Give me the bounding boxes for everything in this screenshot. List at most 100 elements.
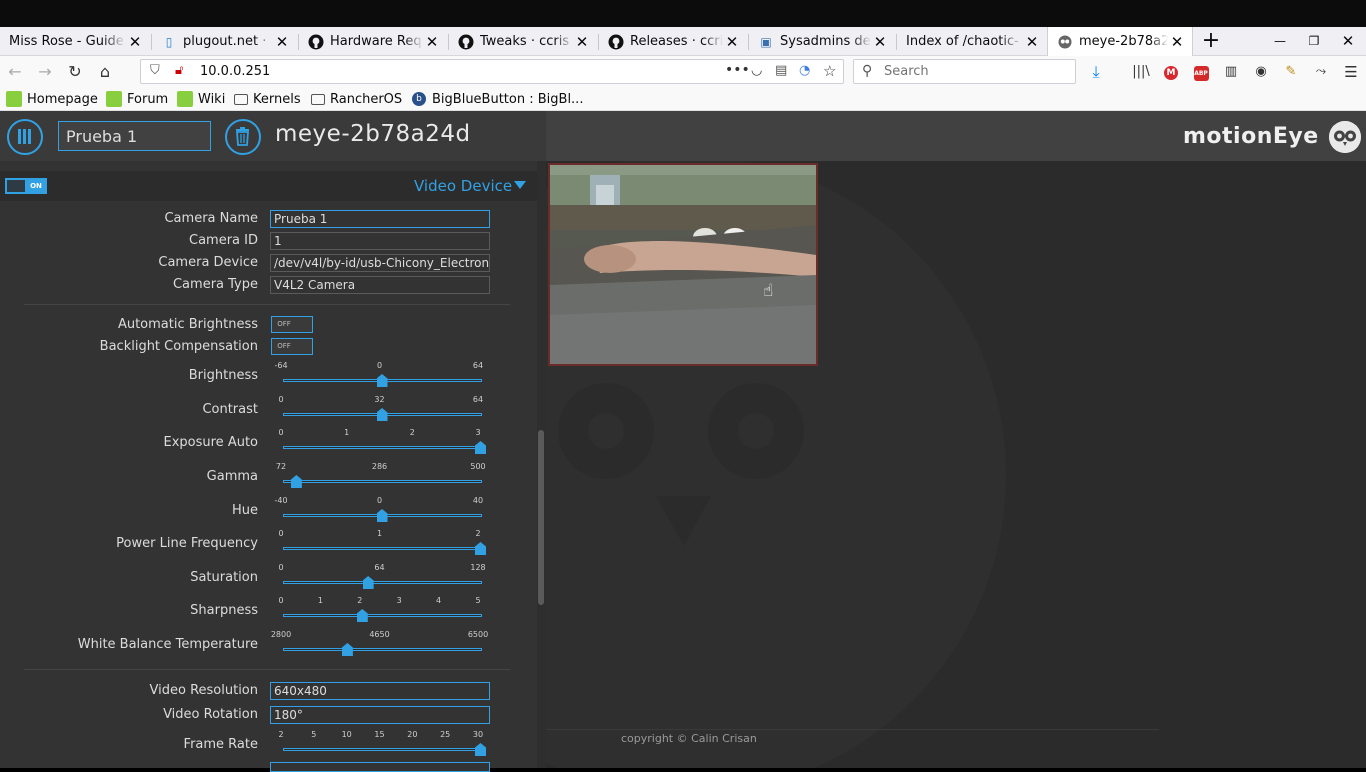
camera-frame[interactable] [548,163,818,366]
tab-plugout[interactable]: ▯ plugout.net · ✕ [152,27,297,56]
tick-label: 0 [278,596,284,605]
search-bar[interactable]: ⚲ Search [853,59,1076,84]
url-bar[interactable]: ⛉ 🔓︎ 10.0.0.251 ••• ◡ ▤ ◔ ☆ [140,59,844,84]
exposure-auto-slider[interactable] [283,446,482,449]
bookmark-label: Homepage [27,91,98,107]
close-icon[interactable]: ✕ [573,33,591,51]
video-resolution-select[interactable]: 640x480 [270,682,490,700]
tab-tweaks[interactable]: Tweaks · ccris ✕ [449,27,597,56]
bookmark-kernels[interactable]: Kernels [234,90,301,108]
reload-icon[interactable]: ↻ [64,61,86,83]
hue-tick-labels: -40 0 40 [270,496,490,506]
power-line-frequency-label: Power Line Frequency [116,536,258,551]
tick-label: 4 [436,596,442,605]
page-actions-icon[interactable]: ••• [725,62,750,78]
tab-meye-active[interactable]: meye-2b78a24d ✕ [1047,27,1193,56]
saturation-slider[interactable] [283,581,482,584]
close-icon[interactable]: ✕ [423,33,441,51]
mouse-cursor-icon: ☝ [763,281,774,301]
extensions-icon[interactable]: ⤳ [1311,62,1331,82]
shield-icon[interactable]: ⛉ [150,63,160,78]
remove-camera-button[interactable] [225,119,261,155]
download-icon[interactable]: ⤓ [1086,62,1106,82]
mega-icon[interactable]: M [1161,62,1181,82]
close-window-icon[interactable]: ✕ [1331,27,1365,55]
tick-label: 1 [317,596,323,605]
hamburger-menu-icon[interactable]: ☰ [1341,62,1361,82]
insecure-lock-icon[interactable]: 🔓︎ [175,63,183,78]
saturation-label: Saturation [190,570,258,585]
camera-preview-image [550,165,816,364]
tab-sysadmins[interactable]: ▣ Sysadmins de ✕ [749,27,895,56]
adblock-icon[interactable]: ABP [1191,62,1211,82]
tab-title: Index of /chaotic- [906,34,1019,49]
tab-hardware-req[interactable]: Hardware Req ✕ [299,27,447,56]
home-icon[interactable]: ⌂ [94,61,116,83]
backlight-compensation-toggle[interactable]: OFF [271,338,313,355]
camera-title: meye-2b78a24d [275,121,471,147]
tick-label: 128 [470,563,486,572]
close-icon[interactable]: ✕ [1023,33,1041,51]
frame-rate-slider[interactable] [283,748,482,751]
camera-device-field: /dev/v4l/by-id/usb-Chicony_Electronic [270,254,490,272]
close-icon[interactable]: ✕ [1168,33,1186,51]
gamma-slider[interactable] [283,480,482,483]
bookmark-forum[interactable]: Forum [106,90,168,108]
camera-select[interactable]: Prueba 1 [58,121,211,151]
close-icon[interactable]: ✕ [871,33,889,51]
github-icon [308,34,324,50]
video-rotation-select[interactable]: 180° [270,706,490,724]
settings-scrollbar-thumb[interactable] [538,430,544,605]
forward-icon[interactable]: → [34,61,56,83]
tick-label: 6500 [467,630,489,639]
sharpness-slider[interactable] [283,614,482,617]
bookmark-wiki[interactable]: Wiki [177,90,225,108]
close-icon[interactable]: ✕ [273,33,291,51]
auto-brightness-toggle[interactable]: OFF [271,316,313,333]
contrast-tick-labels: 0 32 64 [270,395,490,405]
close-icon[interactable]: ✕ [723,33,741,51]
tab-index-chaotic[interactable]: Index of /chaotic- ✕ [897,27,1047,56]
white-balance-temperature-slider[interactable] [283,648,482,651]
bookmark-homepage[interactable]: Homepage [6,90,98,108]
camera-name-label: Camera Name [164,211,258,226]
tick-label: 3 [396,596,402,605]
screenshot-icon[interactable]: ▤ [775,63,787,78]
new-tab-button[interactable]: + [1200,29,1222,53]
chevron-down-icon[interactable] [514,181,526,189]
close-icon[interactable]: ✕ [126,33,144,51]
bookmark-star-icon[interactable]: ☆ [823,62,836,80]
camera-type-field: V4L2 Camera [270,276,490,294]
bars-icon [18,129,31,144]
saturation-tick-labels: 0 64 128 [270,563,490,573]
search-input[interactable]: Search [884,64,929,79]
pocket-icon[interactable]: ◡ [751,63,762,78]
bookmark-bigbluebutton[interactable]: b BigBlueButton : BigBl... [411,90,583,108]
gamma-label: Gamma [206,469,258,484]
restore-icon[interactable]: ❐ [1297,27,1331,55]
tab-releases[interactable]: Releases · ccri ✕ [599,27,747,56]
extension-pen-icon[interactable]: ✎ [1281,62,1301,82]
library-icon[interactable]: |||\ [1131,62,1151,82]
tick-label: 32 [374,395,385,404]
trash-icon [236,127,249,146]
tick-label: 64 [472,361,484,370]
toggle-label: OFF [277,342,291,350]
tick-label: 2 [357,596,363,605]
camera-name-input[interactable]: Prueba 1 [270,210,490,228]
video-device-toggle[interactable]: ON [5,178,47,194]
minimize-icon[interactable]: — [1263,27,1297,55]
bookmark-rancheros[interactable]: RancherOS [311,90,402,108]
back-icon[interactable]: ← [4,61,26,83]
url-text[interactable]: 10.0.0.251 [200,64,270,79]
reader-view-icon[interactable]: ▥ [1221,62,1241,82]
frame-rate-label: Frame Rate [183,737,258,752]
next-field[interactable] [270,762,490,772]
settings-menu-button[interactable] [7,119,43,155]
folder-icon [234,93,248,105]
extension-icon[interactable]: ◔ [799,63,810,78]
tab-miss-rose[interactable]: Miss Rose - Guide ✕ [0,27,150,56]
account-icon[interactable]: ◉ [1251,62,1271,82]
section-title[interactable]: Video Device [414,177,512,195]
power-line-frequency-slider[interactable] [283,547,482,550]
